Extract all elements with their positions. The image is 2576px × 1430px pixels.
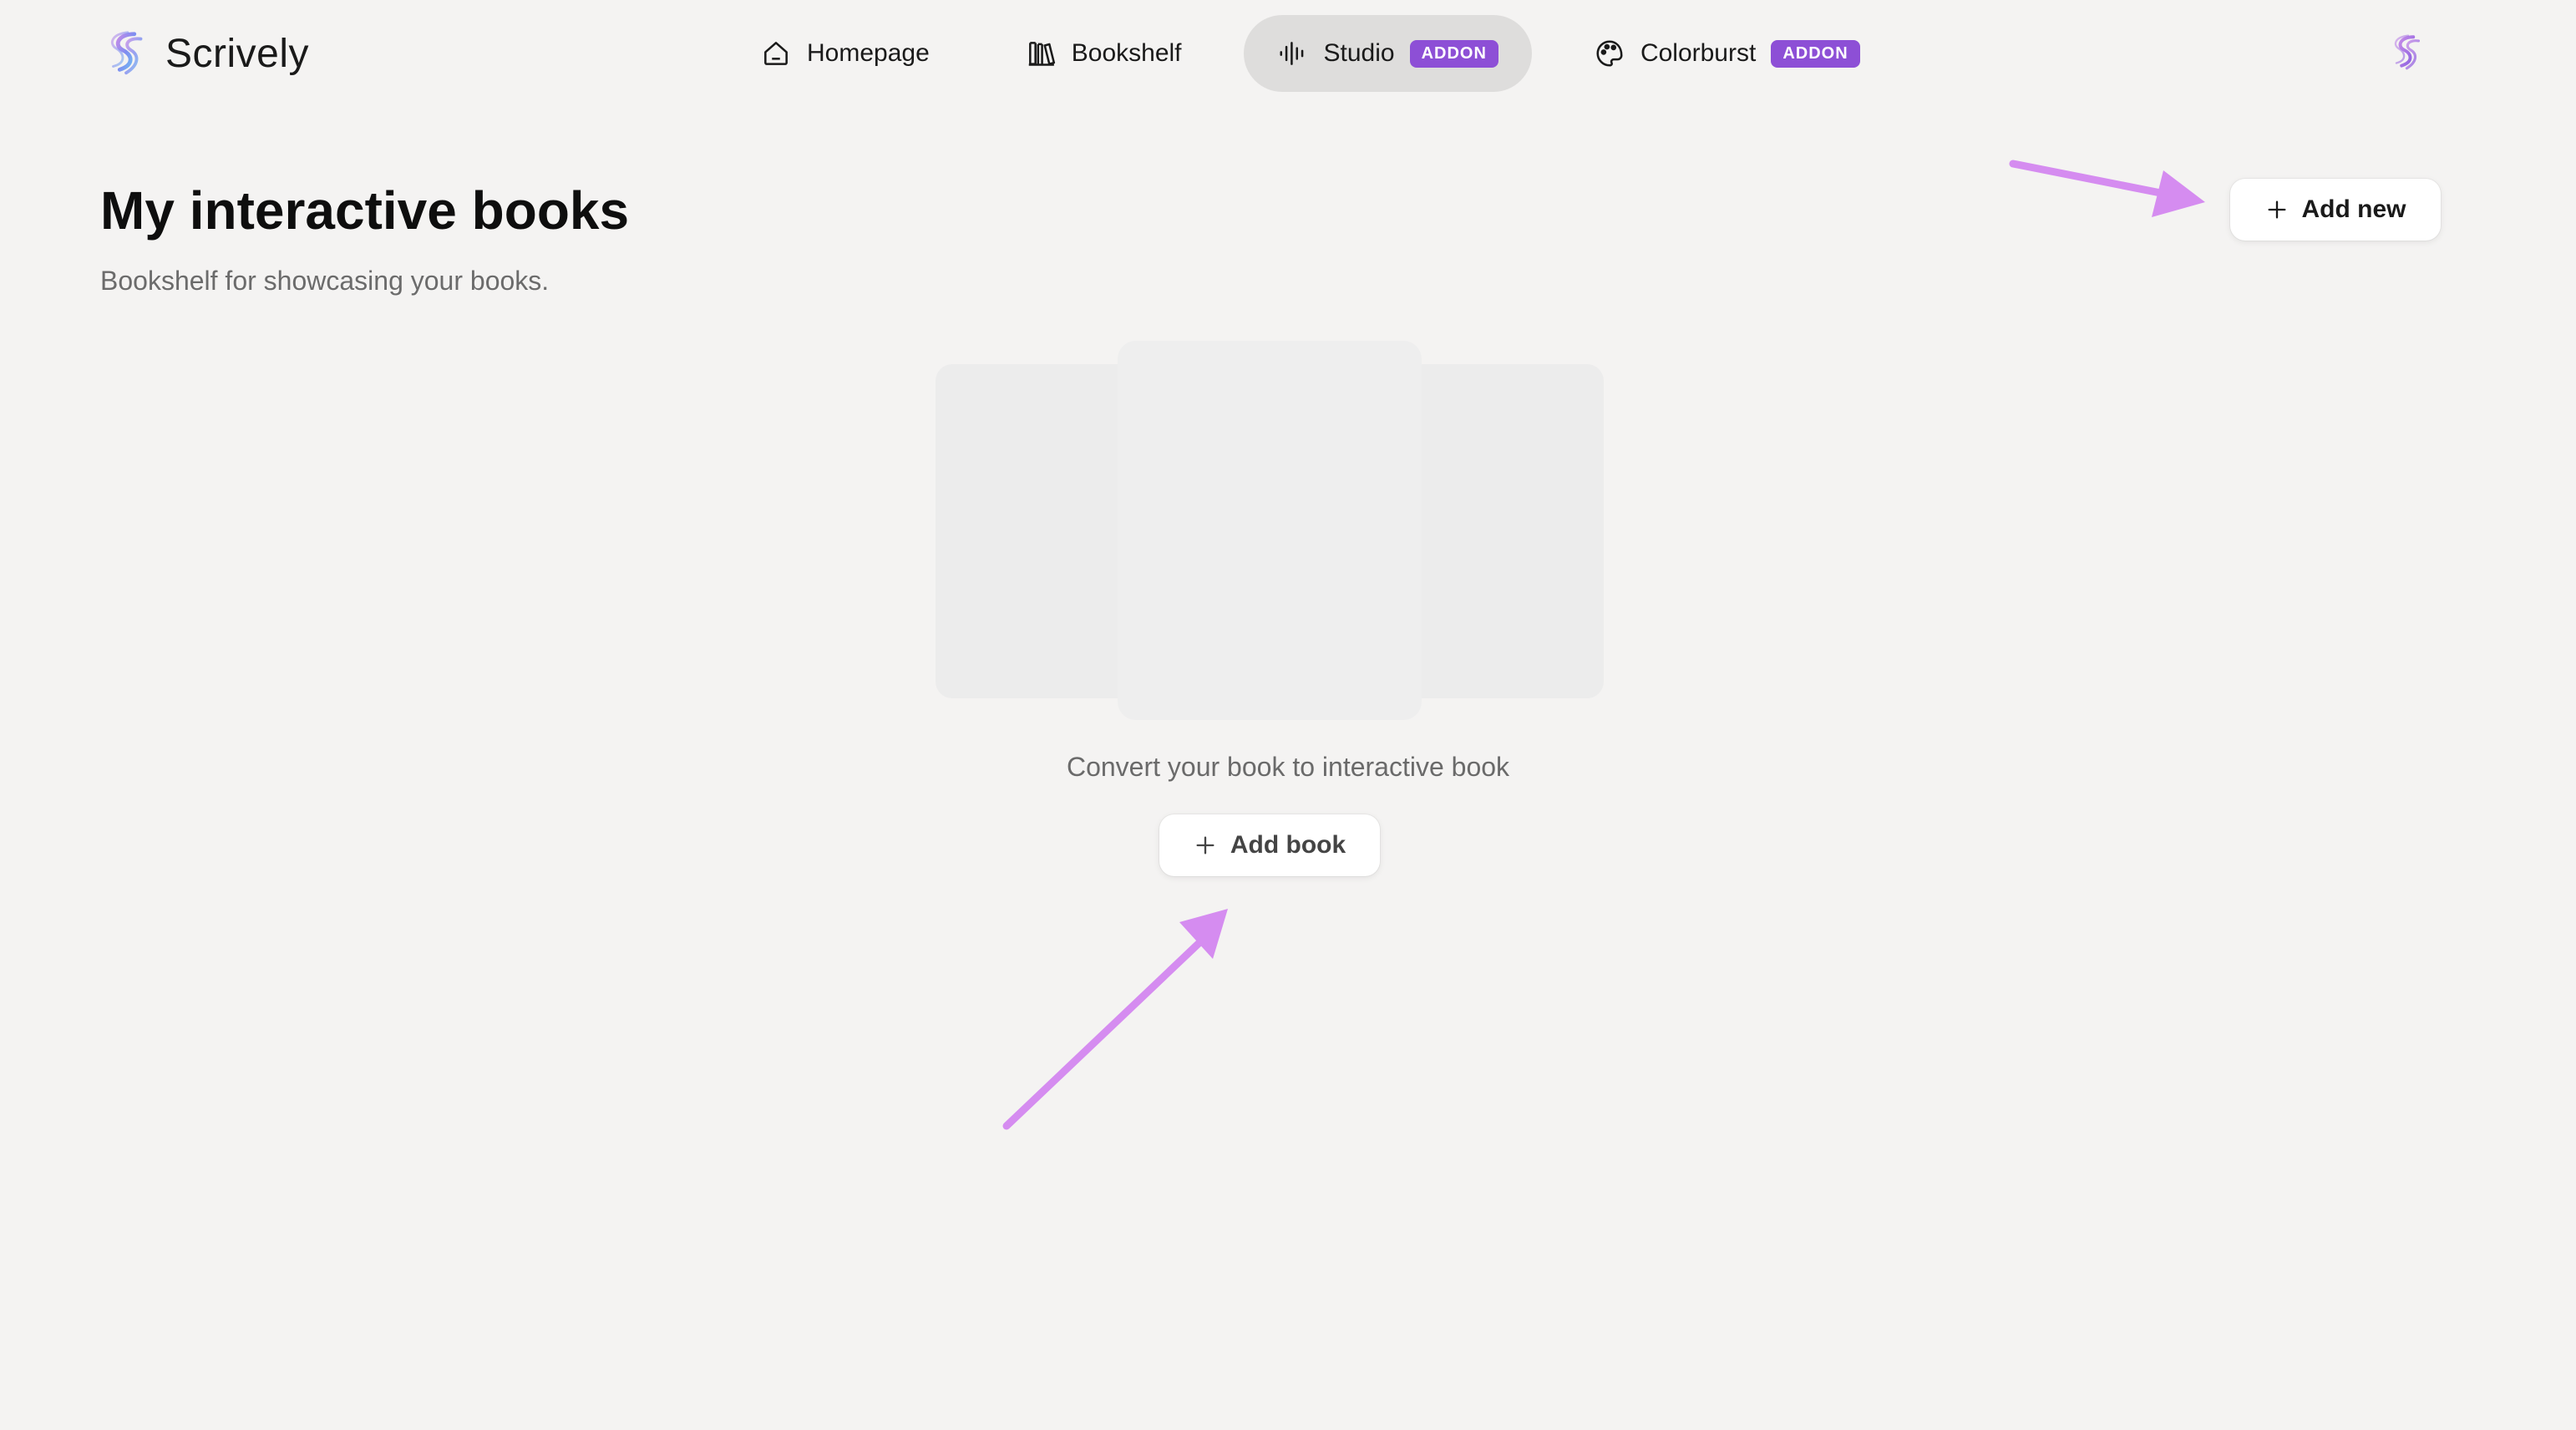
nav-item-label: Bookshelf [1071,39,1182,67]
plus-icon [2268,200,2285,219]
nav-item-label: Studio [1323,39,1395,67]
addon-badge: ADDON [1409,39,1498,68]
brand[interactable]: Scrively [102,25,309,82]
nav-item-homepage[interactable]: Homepage [727,15,963,92]
page-subtitle: Bookshelf for showcasing your books. [100,266,550,296]
annotation-arrow-icon [2009,160,2205,217]
add-book-label: Add book [1230,831,1346,859]
annotation-arrow-icon [1002,909,1228,1130]
nav-item-label: Colorburst [1640,39,1757,67]
nav-item-label: Homepage [807,39,930,67]
bookshelf-icon [1028,42,1055,66]
top-navigation-bar: Scrively Homepage Bookshelf Studio ADDON… [0,0,2576,107]
book-placeholder-center [1118,341,1422,720]
brand-name: Scrively [165,31,310,76]
page-title: My interactive books [100,180,630,241]
palette-icon [1596,40,1623,67]
empty-state-message: Convert your book to interactive book [1066,752,1510,782]
add-new-button[interactable]: Add new [2230,179,2441,241]
plus-icon [1196,836,1214,854]
addon-badge: ADDON [1771,39,1860,68]
nav-item-studio[interactable]: Studio ADDON [1243,15,1532,92]
home-icon [764,42,788,65]
nav-item-colorburst[interactable]: Colorburst ADDON [1560,15,1894,92]
empty-books-illustration [936,341,1604,725]
add-book-button[interactable]: Add book [1159,814,1380,876]
profile-logo-icon[interactable] [2387,32,2429,74]
scrively-logo-icon [110,31,143,75]
nav-item-bookshelf[interactable]: Bookshelf [991,15,1215,92]
audio-waveform-icon [1279,42,1303,65]
add-new-label: Add new [2301,195,2406,223]
main-nav: Homepage Bookshelf Studio ADDON Colorbur… [727,15,1894,92]
